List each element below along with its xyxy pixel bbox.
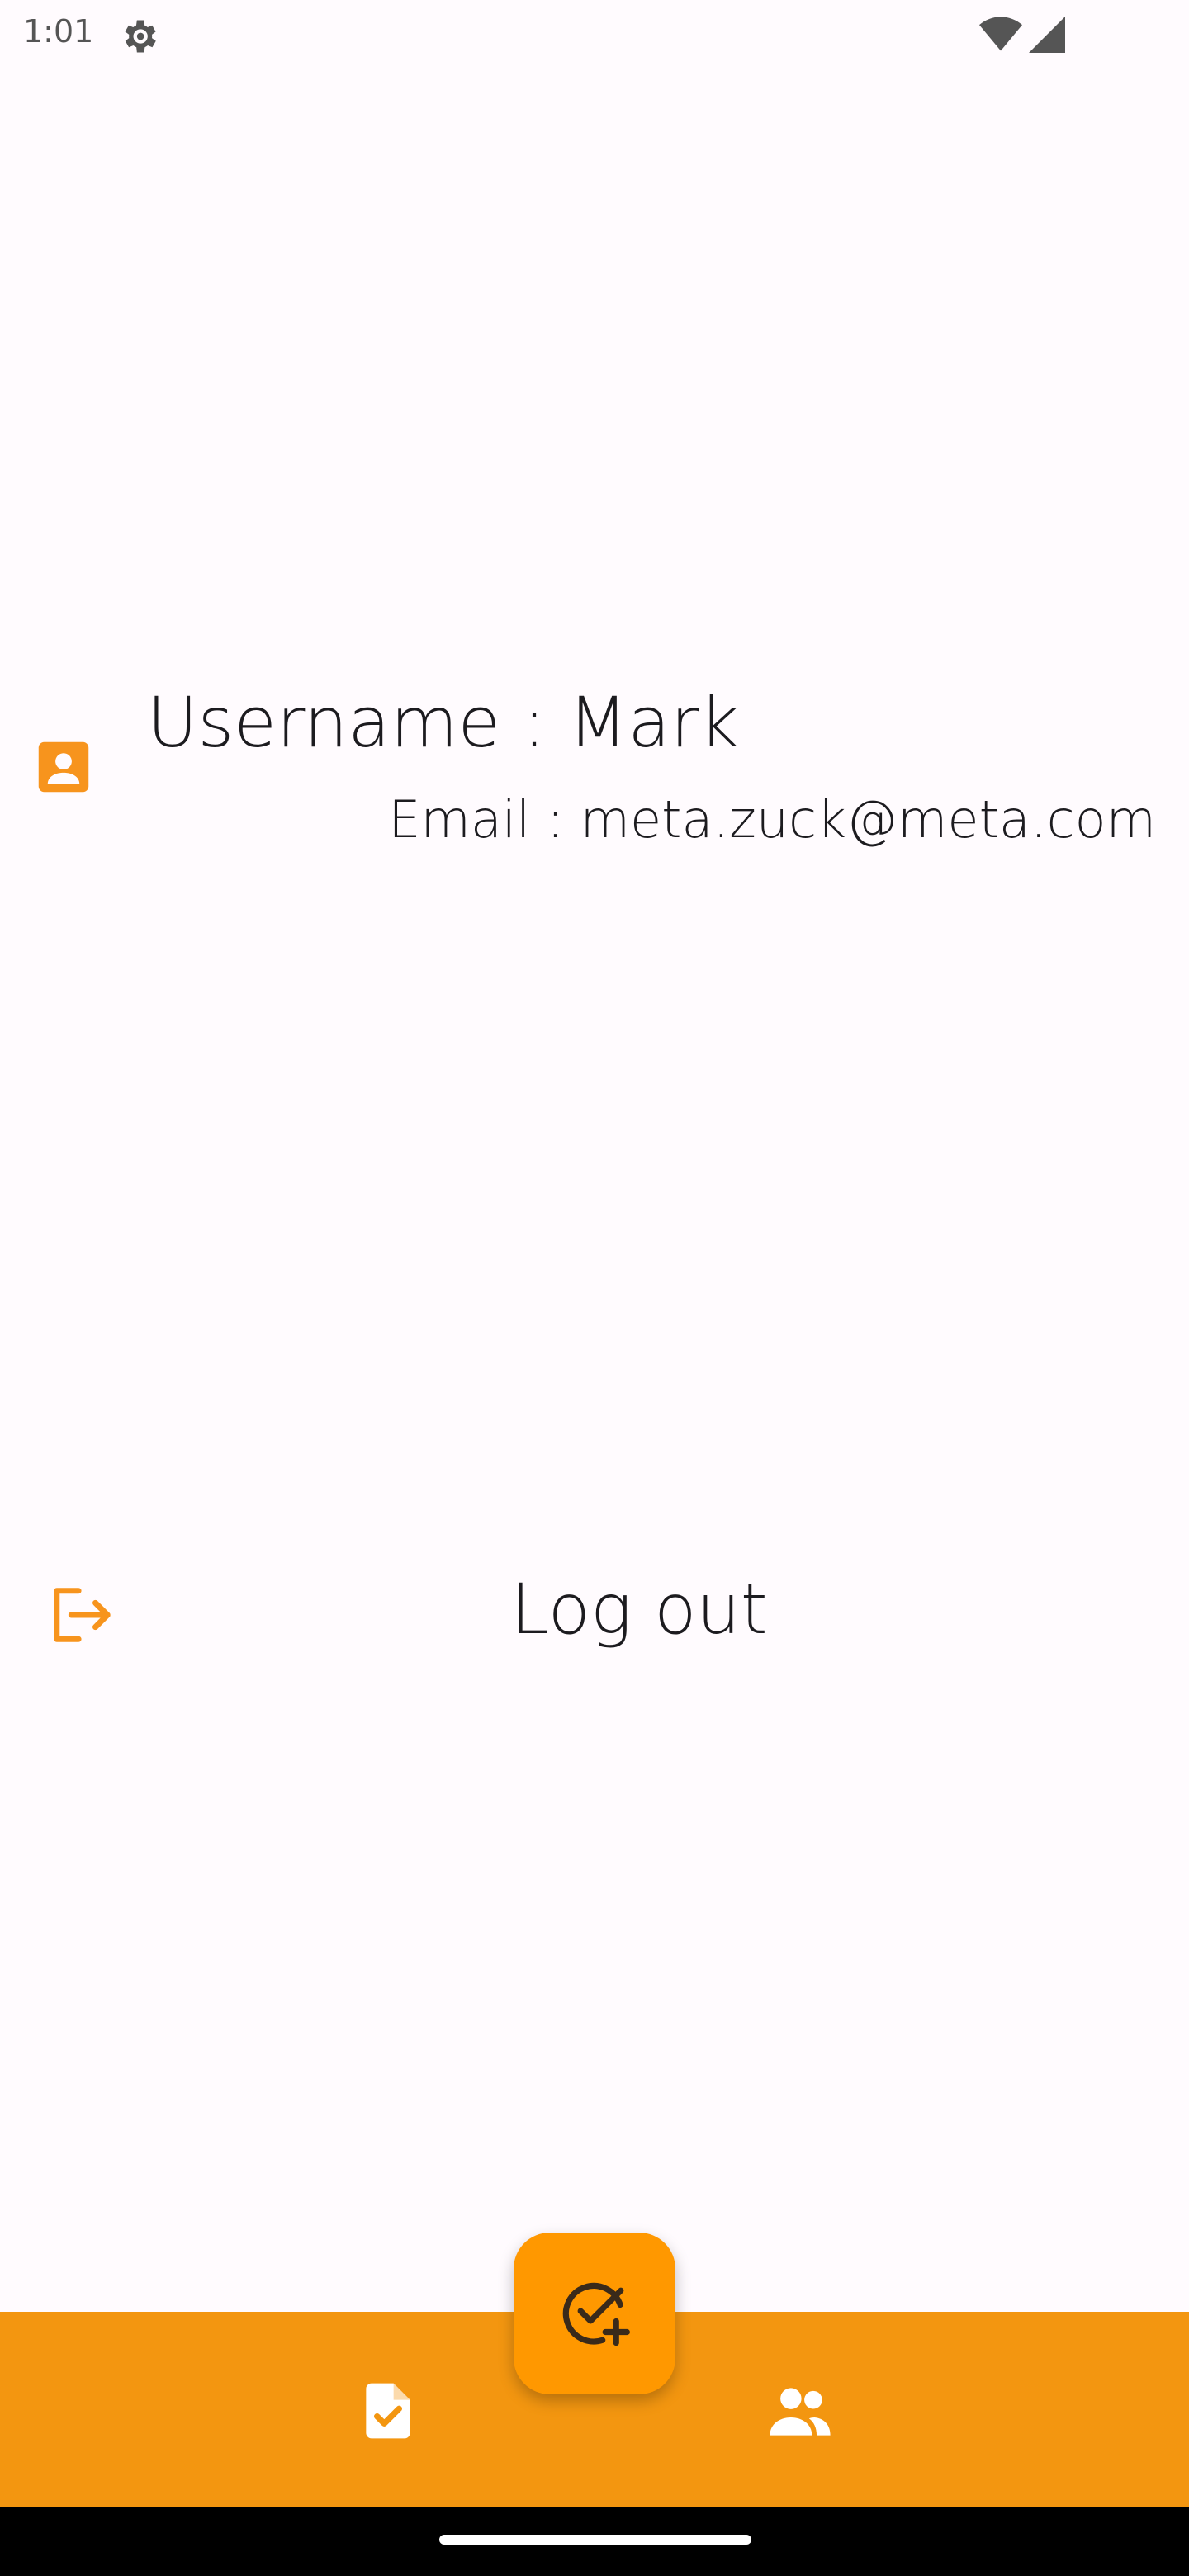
logout-label: Log out [510, 1569, 768, 1650]
wifi-icon [979, 17, 1022, 51]
email-text: Email : meta.zuck@meta.com [388, 789, 1156, 850]
signal-icon [1029, 17, 1065, 53]
status-time: 1:01 [23, 13, 94, 50]
gear-icon [125, 20, 156, 53]
username-text: Username : Mark [147, 682, 740, 763]
logout-button[interactable]: Log out [0, 1552, 1189, 1676]
profile-screen: 1:01 Username : Mark Email : meta.zuck@m… [0, 0, 1189, 2576]
task-document-icon[interactable] [355, 2378, 421, 2444]
home-indicator[interactable] [439, 2535, 751, 2545]
people-icon[interactable] [768, 2383, 832, 2441]
add-task-button[interactable] [514, 2233, 675, 2394]
contact-card-icon [38, 741, 89, 793]
system-navigation-bar [0, 2507, 1189, 2576]
status-bar: 1:01 [0, 0, 1189, 69]
add-task-icon [562, 2282, 630, 2346]
